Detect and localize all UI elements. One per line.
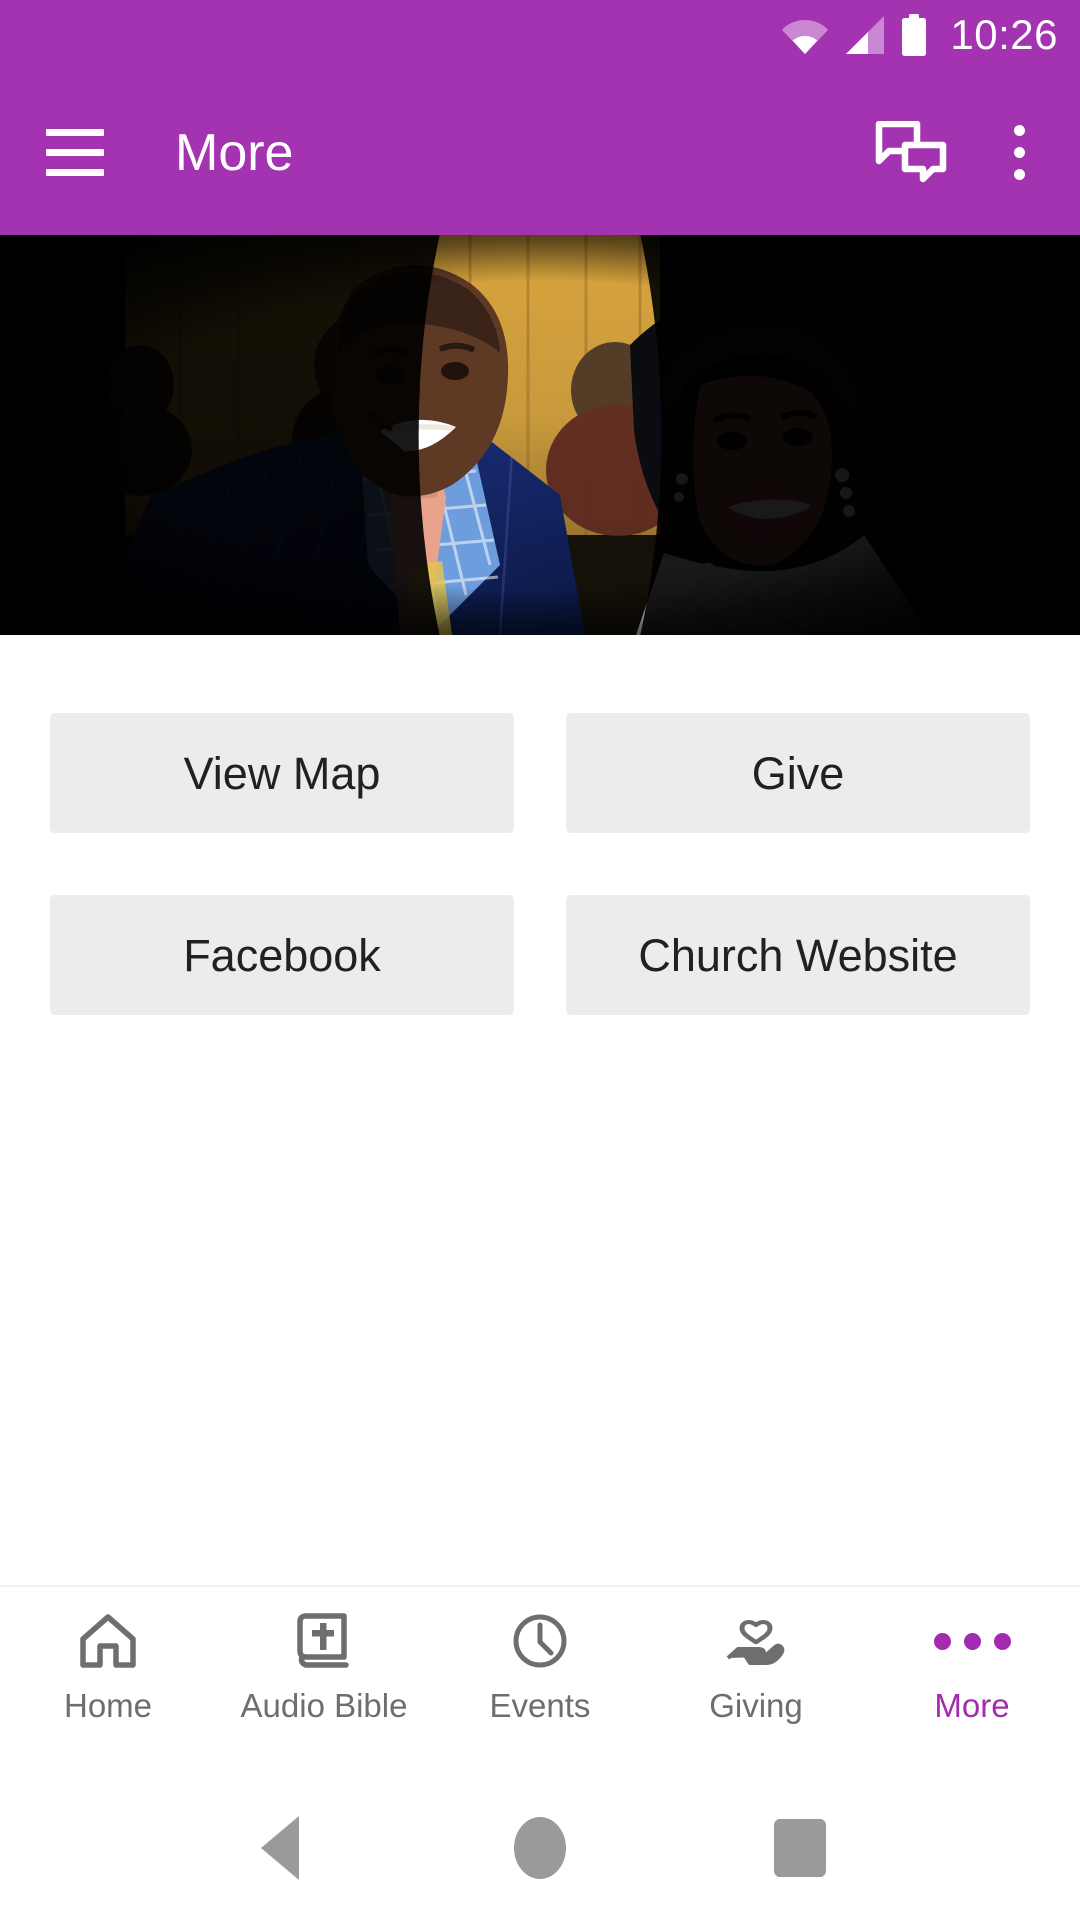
clock-icon	[511, 1609, 569, 1673]
battery-full-icon	[900, 14, 928, 56]
tab-label-home: Home	[63, 1687, 153, 1724]
tab-audio-bible[interactable]: Audio Bible	[216, 1609, 432, 1722]
wifi-icon	[782, 16, 829, 54]
tab-label-events: Events	[489, 1687, 591, 1724]
tab-label-audio-bible: Audio Bible	[240, 1687, 408, 1724]
hand-heart-icon	[724, 1609, 788, 1673]
status-bar-clock: 10:26	[950, 11, 1058, 58]
chat-bubbles-icon[interactable]	[874, 116, 948, 190]
bible-book-icon	[296, 1609, 352, 1673]
back-triangle-icon[interactable]	[225, 1793, 335, 1903]
system-navigation-bar	[0, 1775, 1080, 1920]
facebook-button[interactable]: Facebook	[50, 895, 514, 1015]
status-bar: 10:26	[0, 0, 1080, 70]
three-dots-icon	[933, 1609, 1011, 1673]
house-icon	[78, 1609, 138, 1673]
app-screen: 10:26 More View Map Give Facebook Church…	[0, 0, 1080, 1920]
tab-label-giving: Giving	[709, 1687, 803, 1724]
tab-more[interactable]: More	[864, 1609, 1080, 1722]
church-website-button[interactable]: Church Website	[566, 895, 1030, 1015]
action-row-1: View Map Give	[50, 713, 1030, 833]
app-bar-actions	[874, 116, 1056, 190]
view-map-button[interactable]: View Map	[50, 713, 514, 833]
hamburger-menu-icon[interactable]	[46, 122, 108, 184]
overflow-menu-icon[interactable]	[982, 116, 1056, 190]
tab-giving[interactable]: Giving	[648, 1609, 864, 1722]
page-title: More	[175, 123, 294, 182]
give-button[interactable]: Give	[566, 713, 1030, 833]
recents-square-icon[interactable]	[745, 1793, 855, 1903]
church-leaders-photo	[0, 235, 1080, 635]
app-bar: More	[0, 70, 1080, 235]
home-circle-icon[interactable]	[485, 1793, 595, 1903]
hero-image	[0, 235, 1080, 635]
tab-home[interactable]: Home	[0, 1609, 216, 1722]
action-row-2: Facebook Church Website	[50, 895, 1030, 1015]
main-content: View Map Give Facebook Church Website	[0, 635, 1080, 1585]
bottom-tab-bar: Home Audio Bible Events Giving More	[0, 1585, 1080, 1775]
tab-label-more: More	[934, 1687, 1010, 1724]
cellular-signal-icon	[842, 16, 886, 54]
tab-events[interactable]: Events	[432, 1609, 648, 1722]
